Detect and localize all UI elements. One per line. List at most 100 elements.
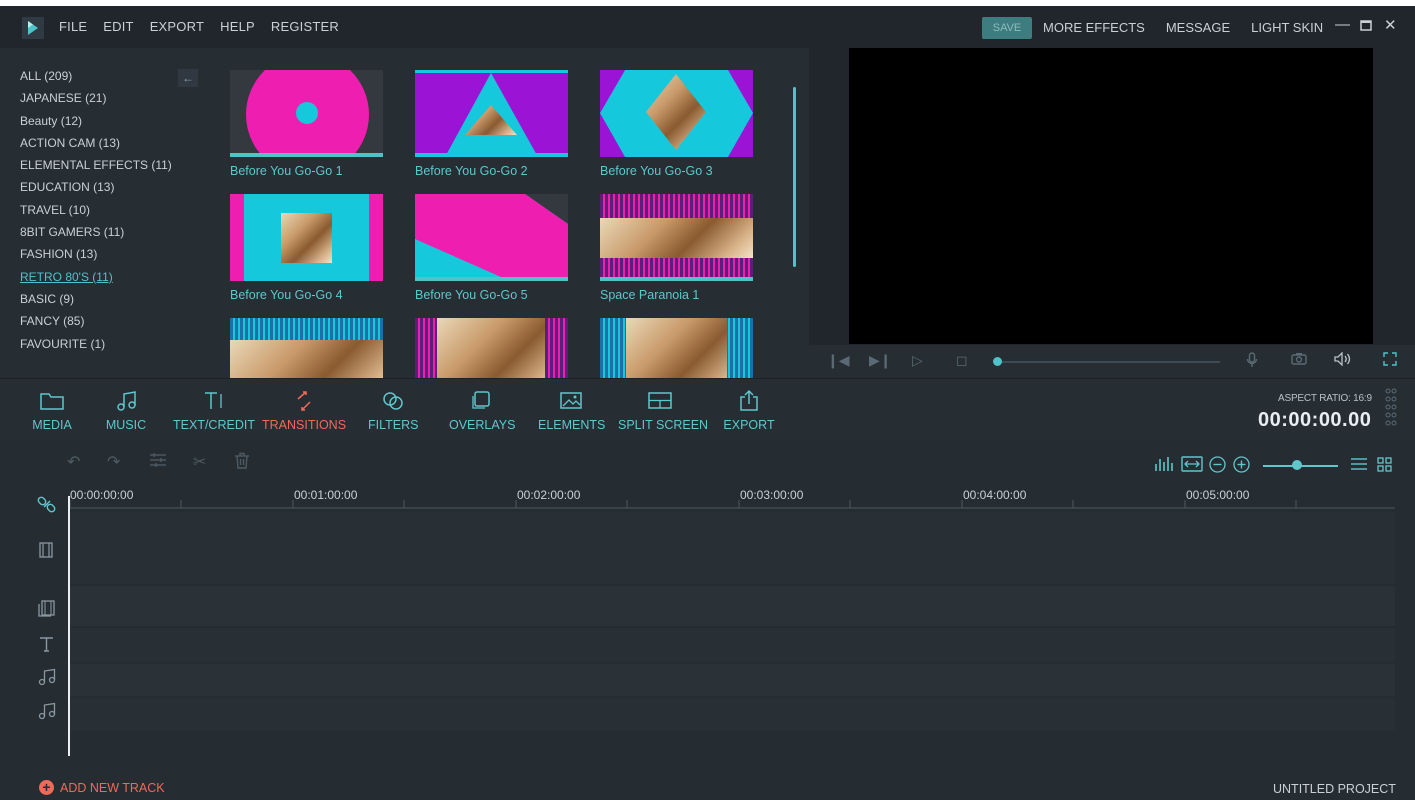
category-item[interactable]: Beauty (12) bbox=[20, 114, 172, 136]
volume-icon[interactable] bbox=[1334, 351, 1352, 369]
video-track-icon bbox=[39, 542, 53, 562]
ruler-label: 00:03:00:00 bbox=[740, 488, 804, 502]
transition-thumb[interactable]: Before You Go-Go 5 bbox=[415, 194, 568, 302]
elements-tab[interactable]: ELEMENTS bbox=[538, 389, 605, 432]
skip-back-icon[interactable]: ❙◀ bbox=[827, 352, 850, 369]
skip-forward-icon[interactable]: ▶❙ bbox=[869, 352, 892, 369]
split-screen-icon bbox=[648, 392, 672, 409]
overlay-icon bbox=[472, 391, 490, 409]
minimize-icon[interactable]: — bbox=[1335, 16, 1350, 33]
stop-icon[interactable]: ◻ bbox=[956, 352, 968, 369]
message-link[interactable]: MESSAGE bbox=[1166, 20, 1230, 35]
library-scrollbar[interactable] bbox=[793, 87, 796, 267]
scissors-icon[interactable]: ✂ bbox=[193, 452, 206, 472]
category-item[interactable]: TRAVEL (10) bbox=[20, 203, 172, 225]
microphone-icon[interactable] bbox=[1246, 352, 1258, 371]
text-credit-tab[interactable]: TEXT/CREDIT bbox=[173, 389, 255, 432]
video-track[interactable] bbox=[70, 512, 1395, 584]
text-track-icon bbox=[39, 636, 54, 656]
playhead[interactable] bbox=[68, 496, 70, 756]
panel-grip-icon[interactable] bbox=[1384, 387, 1398, 431]
transition-library: ALL (209) JAPANESE (21) Beauty (12) ACTI… bbox=[0, 48, 808, 378]
pip-track[interactable] bbox=[70, 586, 1395, 626]
category-item[interactable]: FANCY (85) bbox=[20, 314, 172, 336]
transition-thumb[interactable] bbox=[230, 318, 383, 378]
list-view-icon[interactable] bbox=[1351, 457, 1367, 476]
music-track-2[interactable] bbox=[70, 698, 1395, 730]
category-item-active[interactable]: RETRO 80'S (11) bbox=[20, 270, 172, 292]
time-ruler[interactable]: 00:00:00:00 00:01:00:00 00:02:00:00 00:0… bbox=[70, 488, 1395, 510]
menu-file[interactable]: FILE bbox=[59, 19, 87, 34]
thumb-image bbox=[600, 194, 753, 281]
audio-mixer-icon[interactable] bbox=[1154, 456, 1176, 477]
category-item[interactable]: 8BIT GAMERS (11) bbox=[20, 225, 172, 247]
overlays-tab[interactable]: OVERLAYS bbox=[449, 389, 515, 432]
menu-help[interactable]: HELP bbox=[220, 19, 255, 34]
transitions-tab[interactable]: TRANSITIONS bbox=[262, 389, 346, 432]
text-icon bbox=[205, 392, 222, 409]
snapshot-camera-icon[interactable] bbox=[1291, 352, 1307, 368]
category-item[interactable]: EDUCATION (13) bbox=[20, 180, 172, 202]
zoom-in-icon[interactable] bbox=[1233, 456, 1250, 478]
menu-register[interactable]: REGISTER bbox=[271, 19, 339, 34]
transition-thumb[interactable] bbox=[600, 318, 753, 378]
aspect-ratio-label[interactable]: ASPECT RATIO: 16:9 bbox=[1278, 393, 1372, 404]
more-effects-link[interactable]: MORE EFFECTS bbox=[1043, 20, 1145, 35]
add-track-button[interactable]: + ADD NEW TRACK bbox=[39, 780, 165, 795]
transition-grid: Before You Go-Go 1 Before You Go-Go 2 Be… bbox=[230, 63, 790, 378]
thumb-image bbox=[415, 318, 568, 378]
media-tab[interactable]: MEDIA bbox=[30, 389, 74, 432]
fit-timeline-icon[interactable] bbox=[1181, 456, 1203, 477]
category-item[interactable]: JAPANESE (21) bbox=[20, 91, 172, 113]
thumb-label: Before You Go-Go 2 bbox=[415, 164, 528, 178]
thumb-label: Before You Go-Go 3 bbox=[600, 164, 713, 178]
text-track[interactable] bbox=[70, 628, 1395, 662]
transition-thumb[interactable]: Space Paranoia 1 bbox=[600, 194, 753, 302]
transition-thumb[interactable]: Before You Go-Go 1 bbox=[230, 70, 383, 178]
split-screen-label: SPLIT SCREEN bbox=[618, 418, 709, 432]
transition-thumb[interactable] bbox=[415, 318, 568, 378]
link-tracks-icon[interactable] bbox=[37, 496, 57, 518]
collapse-arrow-icon[interactable]: ← bbox=[178, 69, 198, 87]
category-item[interactable]: ELEMENTAL EFFECTS (11) bbox=[20, 158, 172, 180]
category-item[interactable]: FASHION (13) bbox=[20, 247, 172, 269]
export-label: EXPORT bbox=[723, 418, 775, 432]
add-track-label: ADD NEW TRACK bbox=[60, 780, 165, 795]
playback-progress-knob[interactable] bbox=[993, 357, 1002, 366]
play-icon[interactable]: ▷ bbox=[912, 352, 923, 369]
category-item[interactable]: ACTION CAM (13) bbox=[20, 136, 172, 158]
zoom-out-icon[interactable] bbox=[1209, 456, 1226, 478]
split-screen-tab[interactable]: SPLIT SCREEN bbox=[618, 389, 708, 432]
light-skin-link[interactable]: LIGHT SKIN bbox=[1251, 20, 1323, 35]
maximize-icon[interactable] bbox=[1360, 18, 1372, 35]
redo-icon[interactable]: ↷ bbox=[107, 452, 120, 472]
menu-export[interactable]: EXPORT bbox=[150, 19, 204, 34]
filters-tab[interactable]: FILTERS bbox=[368, 389, 418, 432]
fullscreen-icon[interactable] bbox=[1383, 352, 1397, 369]
save-button[interactable]: SAVE bbox=[982, 17, 1032, 39]
transition-thumb[interactable]: Before You Go-Go 3 bbox=[600, 70, 753, 178]
playback-progress-track[interactable] bbox=[998, 361, 1220, 363]
music-tab[interactable]: MUSIC bbox=[104, 389, 148, 432]
music-label: MUSIC bbox=[105, 418, 147, 432]
music-track[interactable] bbox=[70, 664, 1395, 696]
grid-view-icon[interactable] bbox=[1377, 457, 1392, 477]
trash-icon[interactable] bbox=[234, 452, 250, 474]
category-item[interactable]: FAVOURITE (1) bbox=[20, 337, 172, 359]
app-logo-icon[interactable] bbox=[22, 17, 44, 39]
main-menu: FILE EDIT EXPORT HELP REGISTER bbox=[59, 19, 339, 34]
undo-icon[interactable]: ↶ bbox=[67, 452, 80, 472]
menu-bar: FILE EDIT EXPORT HELP REGISTER SAVE MORE… bbox=[0, 6, 1415, 48]
thumb-image bbox=[230, 194, 383, 281]
transition-thumb[interactable]: Before You Go-Go 2 bbox=[415, 70, 568, 178]
menu-edit[interactable]: EDIT bbox=[103, 19, 133, 34]
transition-thumb[interactable]: Before You Go-Go 4 bbox=[230, 194, 383, 302]
thumb-label: Space Paranoia 1 bbox=[600, 288, 700, 302]
timecode-display: 00:00:00.00 bbox=[1258, 409, 1372, 431]
category-item[interactable]: ALL (209) bbox=[20, 69, 172, 91]
export-tab[interactable]: EXPORT bbox=[723, 389, 775, 432]
adjust-sliders-icon[interactable] bbox=[149, 452, 167, 473]
close-icon[interactable]: ✕ bbox=[1384, 16, 1397, 34]
zoom-slider-knob[interactable] bbox=[1292, 460, 1302, 470]
category-item[interactable]: BASIC (9) bbox=[20, 292, 172, 314]
